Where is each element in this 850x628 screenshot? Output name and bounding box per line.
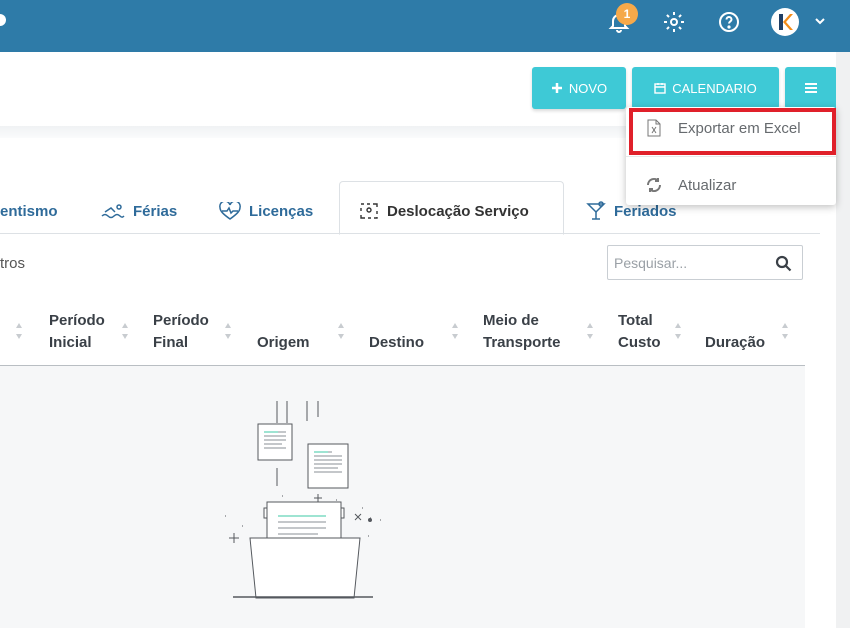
highlight-box <box>629 108 836 155</box>
tab-label: Licenças <box>249 202 314 220</box>
sort-icon[interactable] <box>781 321 789 341</box>
menu-separator <box>626 156 836 157</box>
swimmer-icon <box>101 204 125 219</box>
sort-icon[interactable] <box>674 321 682 341</box>
tab-licencas[interactable]: Licenças <box>219 197 313 225</box>
column-periodo-final[interactable]: Período Final <box>153 310 209 354</box>
empty-state-illustration <box>225 401 381 599</box>
plus-icon <box>551 83 562 93</box>
menu-item-atualizar[interactable]: Atualizar <box>626 165 836 205</box>
column-meio-transporte[interactable]: Meio de Transporte <box>483 310 561 354</box>
tabs-border <box>0 233 820 234</box>
tab-label: Férias <box>133 202 178 220</box>
page-scrollbar-track[interactable] <box>836 52 850 628</box>
novo-label: NOVO <box>568 80 608 96</box>
refresh-icon <box>646 177 662 193</box>
sort-icon[interactable] <box>586 321 594 341</box>
gear-icon[interactable] <box>662 10 686 34</box>
notification-badge: 1 <box>616 3 638 25</box>
sort-icon[interactable] <box>15 321 23 341</box>
column-total-custo[interactable]: Total Custo <box>618 310 661 354</box>
more-options-button[interactable] <box>785 67 837 109</box>
search-box <box>607 245 803 280</box>
route-icon <box>360 203 378 219</box>
calendar-icon <box>654 83 666 94</box>
logo-fragment <box>0 14 6 26</box>
tab-ferias[interactable]: Férias <box>101 197 177 225</box>
tab-absentismo[interactable]: entismo <box>0 197 58 225</box>
records-per-page-label: tros <box>0 255 26 272</box>
sort-icon[interactable] <box>451 321 459 341</box>
chevron-down-icon[interactable] <box>814 15 826 27</box>
column-origem[interactable]: Origem <box>257 310 310 354</box>
menu-item-label: Atualizar <box>678 176 737 194</box>
tab-label: Deslocação Serviço <box>387 202 529 220</box>
search-icon[interactable] <box>775 255 792 272</box>
column-destino[interactable]: Destino <box>369 310 424 354</box>
tab-deslocacao-servico[interactable]: Deslocação Serviço <box>359 197 529 225</box>
heart-pulse-icon <box>219 202 241 220</box>
search-input[interactable] <box>614 253 774 273</box>
column-periodo-inicial[interactable]: Período Inicial <box>49 310 105 354</box>
tab-label: Feriados <box>614 202 677 220</box>
help-icon[interactable] <box>717 10 741 34</box>
table-empty-area <box>0 366 805 628</box>
tab-label: entismo <box>0 202 58 220</box>
cocktail-icon <box>586 201 606 220</box>
calendario-label: CALENDARIO <box>672 80 757 96</box>
sort-icon[interactable] <box>121 321 129 341</box>
column-duracao[interactable]: Duração <box>705 310 765 354</box>
avatar[interactable] <box>771 8 799 36</box>
calendario-button[interactable]: CALENDARIO <box>632 67 779 109</box>
novo-button[interactable]: NOVO <box>532 67 626 109</box>
sort-icon[interactable] <box>337 321 345 341</box>
hamburger-icon <box>805 83 817 93</box>
sort-icon[interactable] <box>224 321 232 341</box>
